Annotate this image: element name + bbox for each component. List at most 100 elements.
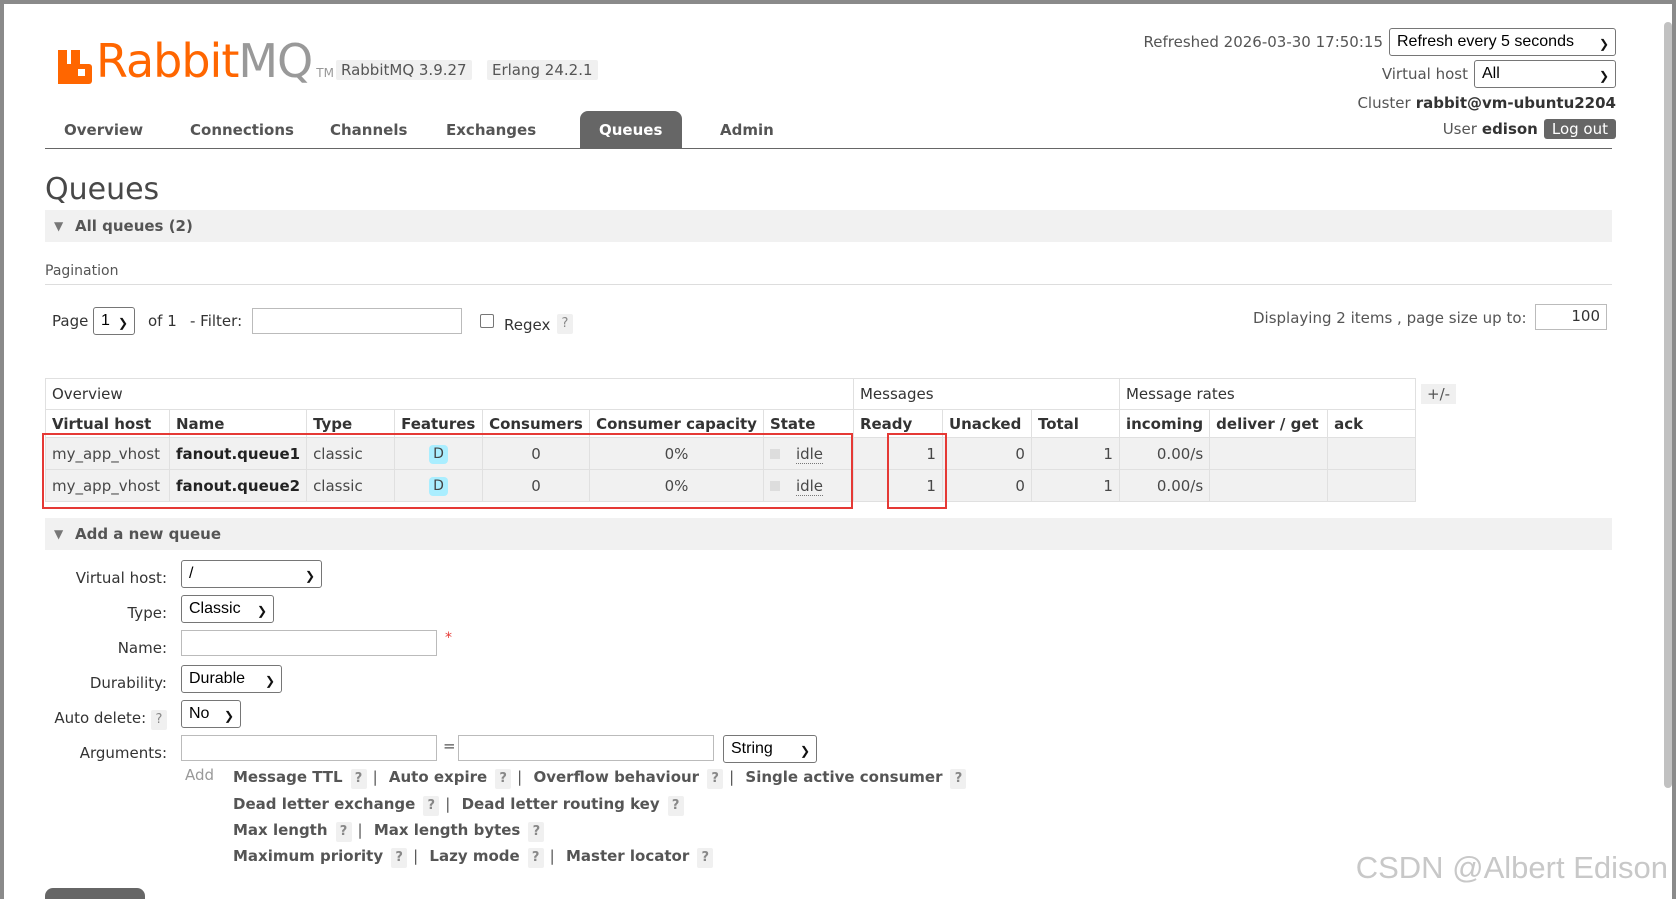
rabbitmq-logo-icon xyxy=(58,48,92,84)
filter-input[interactable] xyxy=(252,308,462,334)
rabbitmq-logo[interactable]: RabbitMQ TM xyxy=(58,38,334,84)
add-queue-label: Add a new queue xyxy=(75,525,222,543)
arg-help-button[interactable]: ? xyxy=(527,848,544,868)
argument-type-select[interactable]: String ❯ xyxy=(723,735,817,763)
arg-max-length-bytes-link[interactable]: Max length bytes xyxy=(374,821,521,839)
col-incoming[interactable]: incoming xyxy=(1118,409,1211,438)
refresh-interval-select[interactable]: Refresh every 5 seconds ❯ xyxy=(1389,28,1616,56)
chevron-down-icon: ❯ xyxy=(223,709,234,723)
arg-help-button[interactable]: ? xyxy=(707,769,724,789)
new-queue-vhost-select[interactable]: / ❯ xyxy=(181,560,322,588)
regex-help-button[interactable]: ? xyxy=(557,314,573,334)
type-field-label: Type: xyxy=(127,604,167,622)
vhost-field-label: Virtual host: xyxy=(75,569,167,587)
arg-help-button[interactable]: ? xyxy=(350,769,367,789)
col-type[interactable]: Type xyxy=(306,409,396,438)
add-queue-button-partial[interactable] xyxy=(45,888,145,899)
col-virtual-host[interactable]: Virtual host xyxy=(45,409,170,438)
tab-channels[interactable]: Channels xyxy=(311,111,426,149)
auto-delete-help-button[interactable]: ? xyxy=(151,710,167,730)
arg-help-button[interactable]: ? xyxy=(335,822,352,842)
arg-lazy-mode-link[interactable]: Lazy mode xyxy=(429,847,519,865)
collapse-triangle-icon: ▼ xyxy=(54,219,64,233)
queues-table: Overview Messages Message rates Virtual … xyxy=(45,378,1417,502)
table-row[interactable]: my_app_vhost fanout.queue1 classic D 0 0… xyxy=(45,437,1417,470)
cell-consumers: 0 xyxy=(482,469,591,502)
argument-add-button[interactable]: Add xyxy=(185,766,214,784)
queue-name-link[interactable]: fanout.queue2 xyxy=(168,469,308,502)
cell-consumers: 0 xyxy=(482,437,591,470)
vertical-scrollbar[interactable] xyxy=(1664,22,1672,788)
tab-connections[interactable]: Connections xyxy=(171,111,313,149)
table-row[interactable]: my_app_vhost fanout.queue2 classic D 0 0… xyxy=(45,469,1417,502)
filter-label: - Filter: xyxy=(190,312,243,330)
page-size-input[interactable]: 100 xyxy=(1535,304,1607,330)
page-title: Queues xyxy=(45,172,160,207)
chevron-down-icon: ❯ xyxy=(264,674,275,688)
cell-ready: 1 xyxy=(852,437,943,470)
all-queues-toggle[interactable]: ▼ All queues (2) xyxy=(45,210,1612,242)
logo-text: RabbitMQ xyxy=(96,34,313,88)
new-queue-auto-delete-select[interactable]: No ❯ xyxy=(181,700,241,728)
argument-shortcuts-row: Dead letter exchange? | Dead letter routi… xyxy=(233,795,684,816)
collapse-triangle-icon: ▼ xyxy=(54,527,64,541)
regex-checkbox[interactable] xyxy=(480,314,494,328)
column-toggle-button[interactable]: +/- xyxy=(1421,384,1457,404)
col-deliver-get[interactable]: deliver / get xyxy=(1209,409,1329,438)
page-label: Page xyxy=(52,312,89,330)
argument-key-input[interactable] xyxy=(181,735,437,761)
arg-help-button[interactable]: ? xyxy=(667,796,684,816)
arg-help-button[interactable]: ? xyxy=(423,796,440,816)
argument-value-input[interactable] xyxy=(458,735,714,761)
pagination-heading: Pagination xyxy=(45,263,1612,285)
cell-deliver-get xyxy=(1209,437,1329,470)
state-label: idle xyxy=(795,444,824,464)
arg-max-length-link[interactable]: Max length xyxy=(233,821,328,839)
col-ack[interactable]: ack xyxy=(1327,409,1417,438)
new-queue-name-input[interactable] xyxy=(181,630,437,656)
col-state[interactable]: State xyxy=(762,409,854,438)
tab-admin[interactable]: Admin xyxy=(701,111,793,149)
arg-overflow-behaviour-link[interactable]: Overflow behaviour xyxy=(533,768,699,786)
col-total[interactable]: Total xyxy=(1030,409,1120,438)
col-consumers[interactable]: Consumers xyxy=(482,409,591,438)
displaying-info: Displaying 2 items , page size up to: xyxy=(1253,309,1527,327)
name-field-label: Name: xyxy=(117,639,167,657)
col-ready[interactable]: Ready xyxy=(852,409,943,438)
arg-auto-expire-link[interactable]: Auto expire xyxy=(389,768,487,786)
arg-help-button[interactable]: ? xyxy=(950,769,967,789)
cell-vhost: my_app_vhost xyxy=(45,437,170,470)
tab-queues[interactable]: Queues xyxy=(580,111,682,149)
cell-deliver-get xyxy=(1209,469,1329,502)
arg-help-button[interactable]: ? xyxy=(697,848,714,868)
arg-help-button[interactable]: ? xyxy=(495,769,512,789)
new-queue-durability-select[interactable]: Durable ❯ xyxy=(181,665,282,693)
col-name[interactable]: Name xyxy=(168,409,308,438)
arg-help-button[interactable]: ? xyxy=(391,848,408,868)
vhost-select[interactable]: All ❯ xyxy=(1474,60,1616,88)
arg-dead-letter-routing-key-link[interactable]: Dead letter routing key xyxy=(462,795,660,813)
arg-single-active-consumer-link[interactable]: Single active consumer xyxy=(745,768,942,786)
cell-total: 1 xyxy=(1030,469,1120,502)
cell-features: D xyxy=(394,469,484,502)
chevron-down-icon: ❯ xyxy=(799,744,810,758)
arg-help-button[interactable]: ? xyxy=(528,822,545,842)
cell-capacity: 0% xyxy=(589,437,764,470)
arg-message-ttl-link[interactable]: Message TTL xyxy=(233,768,343,786)
col-unacked[interactable]: Unacked xyxy=(941,409,1032,438)
auto-delete-field-label: Auto delete: ? xyxy=(54,709,167,730)
col-consumer-capacity[interactable]: Consumer capacity xyxy=(589,409,764,438)
arg-dead-letter-exchange-link[interactable]: Dead letter exchange xyxy=(233,795,415,813)
queue-name-link[interactable]: fanout.queue1 xyxy=(168,437,308,470)
arg-master-locator-link[interactable]: Master locator xyxy=(566,847,689,865)
page-select[interactable]: 1 ❯ xyxy=(93,307,135,335)
cell-type: classic xyxy=(306,469,396,502)
cell-ready: 1 xyxy=(852,469,943,502)
arg-maximum-priority-link[interactable]: Maximum priority xyxy=(233,847,383,865)
new-queue-type-select[interactable]: Classic ❯ xyxy=(181,595,274,623)
add-queue-toggle[interactable]: ▼ Add a new queue xyxy=(45,518,1612,550)
tab-exchanges[interactable]: Exchanges xyxy=(427,111,555,149)
argument-shortcuts-row: Max length? | Max length bytes? xyxy=(233,821,545,842)
durable-feature-badge: D xyxy=(429,444,449,464)
tab-overview[interactable]: Overview xyxy=(45,111,162,149)
